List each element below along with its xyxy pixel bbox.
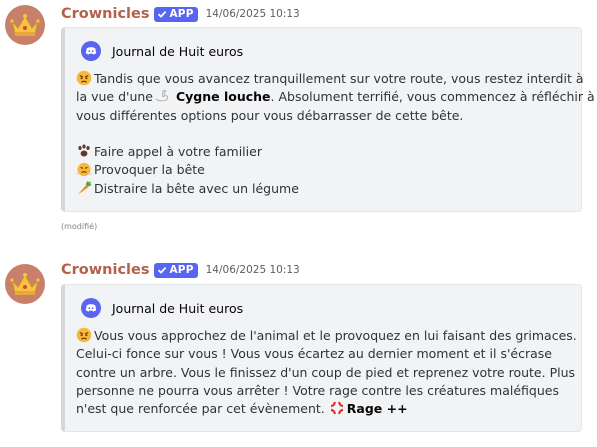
app-badge: APP [154, 6, 198, 22]
description-line: personne ne pourra vous arrêter ! Votre … [76, 382, 576, 400]
carrot-icon [78, 180, 92, 195]
bot-avatar[interactable] [5, 264, 45, 304]
description-line: n'est que renforcée par cet évènement. R… [76, 400, 576, 418]
embed-description: Tandis que vous avancez tranquillement s… [76, 70, 595, 198]
timestamp[interactable]: 14/06/2025 10:13 [206, 8, 300, 20]
option-line[interactable]: Faire appel à votre familier [76, 143, 576, 161]
description-line: Tandis que vous avancez tranquillement s… [76, 70, 584, 88]
verified-check-icon [158, 10, 167, 18]
embed: Journal de Huit euros Tandis que vous av… [61, 27, 595, 212]
description-text: la vue d'une [76, 89, 153, 105]
edited-label: (modifié) [61, 222, 98, 231]
discord-icon [81, 41, 101, 61]
description-line: Vous vous approchez de l'animal et le pr… [76, 327, 577, 345]
app-badge-label: APP [169, 8, 194, 20]
description-line: vous différentes options pour vous débar… [76, 107, 576, 125]
swan-icon [155, 90, 169, 102]
username[interactable]: Crownicles [61, 262, 149, 278]
angry-face-icon [76, 327, 92, 343]
option-label: Distraire la bête avec un légume [94, 180, 299, 196]
app-badge-label: APP [169, 264, 194, 276]
embed: Journal de Huit euros Vous vous approche… [61, 284, 582, 432]
embed-author-name[interactable]: Journal de Huit euros [112, 301, 243, 316]
embed-description: Vous vous approchez de l'animal et le pr… [76, 327, 577, 418]
face-with-steam-icon [76, 163, 92, 177]
description-text: . Absolument terrifié, vous commencez à … [270, 89, 595, 105]
description-text: Tandis que vous avancez tranquillement s… [94, 71, 584, 86]
option-line[interactable]: Provoquer la bête [76, 161, 576, 179]
discord-icon [81, 298, 101, 318]
embed-author: Journal de Huit euros [81, 298, 243, 318]
option-line[interactable]: Distraire la bête avec un légume [76, 180, 576, 198]
crown-avatar-icon [10, 14, 40, 36]
rage-gain: Rage ++ [346, 401, 408, 417]
angry-face-icon [76, 70, 92, 86]
embed-author: Journal de Huit euros [81, 41, 243, 61]
option-label: Faire appel à votre familier [94, 144, 262, 160]
bot-avatar[interactable] [5, 5, 45, 45]
description-line: Celui-ci fonce sur vous ! Vous vous écar… [76, 345, 576, 363]
description-line: contre un arbre. Vous le finissez d'un c… [76, 364, 576, 382]
username[interactable]: Crownicles [61, 6, 149, 22]
crown-avatar-icon [10, 273, 40, 295]
timestamp[interactable]: 14/06/2025 10:13 [206, 264, 300, 276]
description-line: la vue d'une Cygne louche. Absolument te… [76, 88, 595, 106]
verified-check-icon [158, 266, 167, 274]
description-text: vous différentes options pour vous débar… [76, 107, 464, 123]
description-text: Celui-ci fonce sur vous ! Vous vous écar… [76, 346, 552, 362]
description-text: personne ne pourra vous arrêter ! Votre … [76, 382, 559, 398]
app-badge: APP [154, 262, 198, 278]
message-header: Crownicles APP 14/06/2025 10:13 [61, 4, 300, 24]
description-text: contre un arbre. Vous le finissez d'un c… [76, 364, 576, 380]
anger-symbol-icon [330, 401, 343, 415]
message-header: Crownicles APP 14/06/2025 10:13 [61, 260, 300, 280]
embed-author-name[interactable]: Journal de Huit euros [112, 44, 243, 59]
description-text: Vous vous approchez de l'animal et le pr… [94, 328, 577, 343]
creature-name: Cygne louche [175, 89, 271, 105]
option-label: Provoquer la bête [94, 162, 205, 178]
description-text: n'est que renforcée par cet évènement. [76, 401, 325, 417]
paw-prints-icon [78, 144, 90, 157]
